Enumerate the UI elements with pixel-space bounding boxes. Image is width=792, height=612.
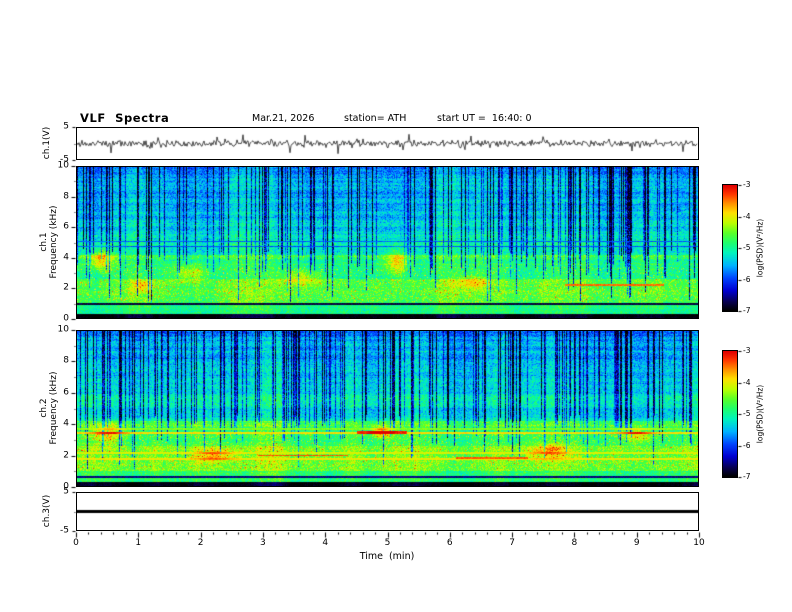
y-tick-label: 4 — [63, 418, 69, 429]
ch2-label-line: ch.2 — [39, 398, 49, 418]
y-tick-label: 4 — [63, 252, 69, 263]
ch3-waveform-canvas — [77, 493, 698, 530]
x-tick-label: 3 — [260, 538, 266, 548]
y-tick-label: 2 — [63, 450, 69, 461]
ch1-voltage-axis-label: ch.1(V) — [42, 126, 52, 160]
colorbar-ch2-canvas — [723, 351, 737, 477]
y-tick-label: 10 — [57, 160, 69, 171]
header-date: Mar.21, 2026 — [252, 113, 315, 124]
vlf-spectra-figure: VLF Spectra Mar.21, 2026 station= ATH st… — [0, 0, 792, 612]
ch1-spectrogram-canvas — [77, 167, 698, 318]
x-tick-label: 1 — [135, 538, 142, 548]
x-tick-label: 5 — [384, 538, 391, 548]
x-tick-label: 10 — [693, 538, 705, 548]
colorbar-tick-label: -7 — [743, 472, 751, 481]
colorbar-tick-label: -6 — [743, 440, 751, 450]
colorbar-tick-label: -7 — [743, 306, 751, 315]
colorbar-tick-label: -6 — [743, 274, 751, 284]
colorbar-tick-label: -4 — [743, 377, 751, 387]
figure-title: VLF Spectra — [80, 111, 170, 125]
colorbar-ch1 — [722, 184, 738, 312]
colorbar-ch2 — [722, 350, 738, 478]
ch1-label-line: ch.1 — [39, 232, 49, 252]
colorbar-ch1-label: log(PSD)(V²/Hz) — [755, 218, 765, 278]
y-tick-label: 6 — [63, 387, 69, 398]
y-tick-label: 2 — [63, 282, 69, 293]
ch2-frequency-axis-label: ch.2 Frequency (kHz) — [39, 371, 59, 444]
x-tick-label: 8 — [571, 538, 578, 548]
y-tick-label: -5 — [60, 525, 69, 536]
ch1-frequency-axis-label: ch.1 Frequency (kHz) — [39, 205, 59, 278]
colorbar-tick-label: -3 — [743, 346, 751, 355]
y-tick-label: 8 — [63, 355, 69, 366]
time-axis-label: Time (min) — [359, 551, 415, 562]
x-tick-label: 2 — [197, 538, 204, 548]
x-tick-label: 4 — [322, 538, 329, 548]
x-tick-label: 0 — [73, 538, 79, 548]
ch3-waveform-panel — [76, 492, 699, 531]
x-tick-label: 9 — [633, 538, 640, 548]
header-station: station= ATH — [344, 113, 407, 124]
y-tick-label: 10 — [57, 324, 69, 335]
ch1-waveform-canvas — [77, 128, 698, 159]
x-tick-label: 6 — [446, 538, 453, 548]
x-tick-label: 7 — [509, 538, 515, 548]
y-tick-label: 8 — [63, 191, 69, 202]
header-start-ut: start UT = 16:40: 0 — [437, 113, 532, 124]
frequency-khz-label-line: Frequency (kHz) — [49, 371, 59, 445]
y-tick-label: 6 — [63, 221, 69, 232]
colorbar-tick-label: -3 — [743, 180, 751, 189]
ch2-spectrogram-canvas — [77, 331, 698, 486]
y-tick-label: 0 — [63, 313, 69, 324]
colorbar-tick-label: -5 — [743, 409, 751, 418]
y-tick-label: 0 — [63, 481, 69, 492]
colorbar-ch1-canvas — [723, 185, 737, 311]
ch3-voltage-axis-label: ch.3(V) — [42, 494, 52, 528]
colorbar-tick-label: -5 — [743, 243, 751, 252]
frequency-khz-label-line: Frequency (kHz) — [49, 205, 59, 279]
y-tick-label: 5 — [63, 121, 69, 132]
ch1-spectrogram-panel — [76, 166, 699, 319]
ch2-spectrogram-panel — [76, 330, 699, 487]
colorbar-ch2-label: log(PSD)(V²/Hz) — [755, 384, 765, 444]
ch1-waveform-panel — [76, 127, 699, 160]
colorbar-tick-label: -4 — [743, 211, 751, 221]
